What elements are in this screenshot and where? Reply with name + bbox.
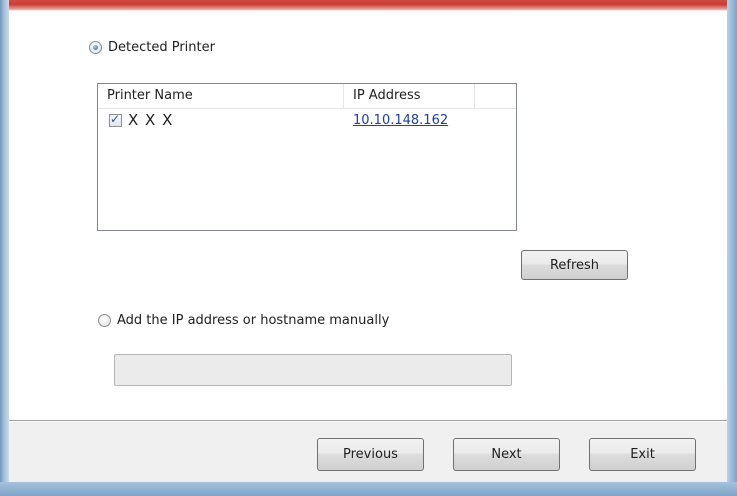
printer-checkbox[interactable] — [109, 112, 122, 127]
detected-printer-option[interactable]: Detected Printer — [89, 40, 215, 55]
column-header-ip-address[interactable]: IP Address — [344, 84, 475, 108]
footer-separator-highlight — [9, 421, 727, 422]
manual-address-label: Add the IP address or hostname manually — [117, 313, 390, 328]
window-frame-left — [0, 0, 9, 496]
detected-printer-label: Detected Printer — [108, 40, 215, 55]
manual-address-input[interactable] — [114, 354, 512, 386]
list-header: Printer Name IP Address — [98, 84, 516, 109]
printer-name: X X X — [128, 111, 174, 129]
dialog-client-area: Detected Printer Printer Name IP Address… — [9, 0, 727, 482]
content-panel: Detected Printer Printer Name IP Address… — [9, 0, 727, 420]
header-accent-line — [9, 0, 727, 11]
column-header-printer-name[interactable]: Printer Name — [98, 84, 344, 108]
window-frame-bottom — [0, 482, 737, 496]
ip-address-link[interactable]: 10.10.148.162 — [353, 113, 448, 128]
table-row[interactable]: X X X 10.10.148.162 — [98, 109, 516, 131]
window-frame-right — [727, 0, 737, 496]
refresh-button[interactable]: Refresh — [521, 250, 628, 280]
next-button[interactable]: Next — [453, 438, 560, 471]
previous-button[interactable]: Previous — [317, 438, 424, 471]
printer-list[interactable]: Printer Name IP Address X X X 10.10.148.… — [97, 83, 517, 231]
manual-address-option[interactable]: Add the IP address or hostname manually — [98, 313, 389, 328]
exit-button[interactable]: Exit — [589, 438, 696, 471]
printer-name-cell: X X X — [98, 111, 344, 129]
ip-address-cell: 10.10.148.162 — [344, 113, 448, 128]
manual-address-radio[interactable] — [98, 314, 111, 327]
column-header-empty — [475, 84, 516, 108]
detected-printer-radio[interactable] — [89, 41, 102, 54]
